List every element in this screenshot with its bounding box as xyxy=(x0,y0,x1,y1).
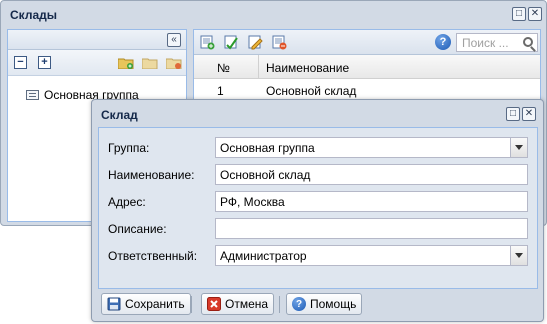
row-number: 1 xyxy=(217,84,224,98)
warehouses-titlebar[interactable]: Склады □ ✕ xyxy=(1,1,546,28)
column-header-name[interactable]: Наименование xyxy=(266,61,349,75)
footer-divider xyxy=(279,296,280,313)
warehouse-dialog: Склад □ ✕ Группа: Основная группа Наимен… xyxy=(91,99,544,322)
group-select-value: Основная группа xyxy=(220,141,315,155)
row-name: Основной склад xyxy=(266,84,357,98)
search-placeholder: Поиск ... xyxy=(462,36,509,50)
tree-toolbar: − + xyxy=(8,50,186,76)
save-button-label: Сохранить xyxy=(125,297,185,311)
footer-divider xyxy=(191,296,192,313)
dialog-footer: Сохранить Отмена ? Помощь xyxy=(92,291,543,321)
add-record-icon[interactable] xyxy=(200,35,215,50)
expand-all-button[interactable]: + xyxy=(38,56,51,69)
collapse-panel-icon[interactable]: « xyxy=(167,33,181,47)
folder-delete-icon[interactable] xyxy=(166,57,182,69)
address-label: Адрес: xyxy=(108,195,146,209)
responsible-select-value: Администратор xyxy=(220,249,307,263)
help-button[interactable]: ? Помощь xyxy=(286,293,363,315)
column-divider xyxy=(258,55,259,79)
name-field[interactable]: Основной склад xyxy=(215,164,528,185)
column-header-number[interactable]: № xyxy=(217,61,230,75)
window-title: Склады xyxy=(10,8,57,22)
address-field[interactable]: РФ, Москва xyxy=(215,191,528,212)
save-button[interactable]: Сохранить xyxy=(101,293,191,315)
chevron-down-icon[interactable] xyxy=(510,138,527,157)
folder-add-icon[interactable] xyxy=(118,57,134,69)
name-field-value: Основной склад xyxy=(220,168,311,182)
tree-panel-header: « xyxy=(8,30,186,50)
search-icon[interactable] xyxy=(523,37,533,47)
name-label: Наименование: xyxy=(108,168,195,182)
chevron-down-icon[interactable] xyxy=(510,246,527,265)
help-button-label: Помощь xyxy=(310,297,357,311)
dialog-form: Группа: Основная группа Наименование: Ос… xyxy=(98,127,538,289)
description-field[interactable] xyxy=(215,218,528,239)
dialog-title: Склад xyxy=(101,108,138,122)
group-select[interactable]: Основная группа xyxy=(215,137,528,158)
delete-record-icon[interactable] xyxy=(272,35,287,50)
grid-header: № Наименование xyxy=(194,55,540,79)
cancel-icon xyxy=(207,297,221,311)
help-icon: ? xyxy=(292,297,306,311)
description-label: Описание: xyxy=(108,222,167,236)
table-row[interactable]: 1 Основной склад xyxy=(194,79,540,101)
group-node-icon xyxy=(26,90,39,100)
collapse-all-button[interactable]: − xyxy=(14,56,27,69)
floppy-disk-icon xyxy=(107,297,121,311)
address-field-value: РФ, Москва xyxy=(220,195,285,209)
responsible-select[interactable]: Администратор xyxy=(215,245,528,266)
group-label: Группа: xyxy=(108,141,150,155)
help-icon[interactable]: ? xyxy=(435,34,451,50)
responsible-label: Ответственный: xyxy=(108,249,198,263)
grid-toolbar: ? Поиск ... xyxy=(194,30,540,55)
cancel-button-label: Отмена xyxy=(225,297,269,311)
edit-pencil-icon[interactable] xyxy=(248,35,263,50)
edit-record-icon[interactable] xyxy=(224,35,239,50)
folder-edit-icon[interactable] xyxy=(142,57,158,69)
cancel-button[interactable]: Отмена xyxy=(201,293,275,315)
dialog-maximize-icon[interactable]: □ xyxy=(506,107,520,121)
maximize-icon[interactable]: □ xyxy=(512,7,526,21)
search-input[interactable]: Поиск ... xyxy=(456,33,538,52)
dialog-close-icon[interactable]: ✕ xyxy=(522,107,536,121)
close-icon[interactable]: ✕ xyxy=(528,7,542,21)
